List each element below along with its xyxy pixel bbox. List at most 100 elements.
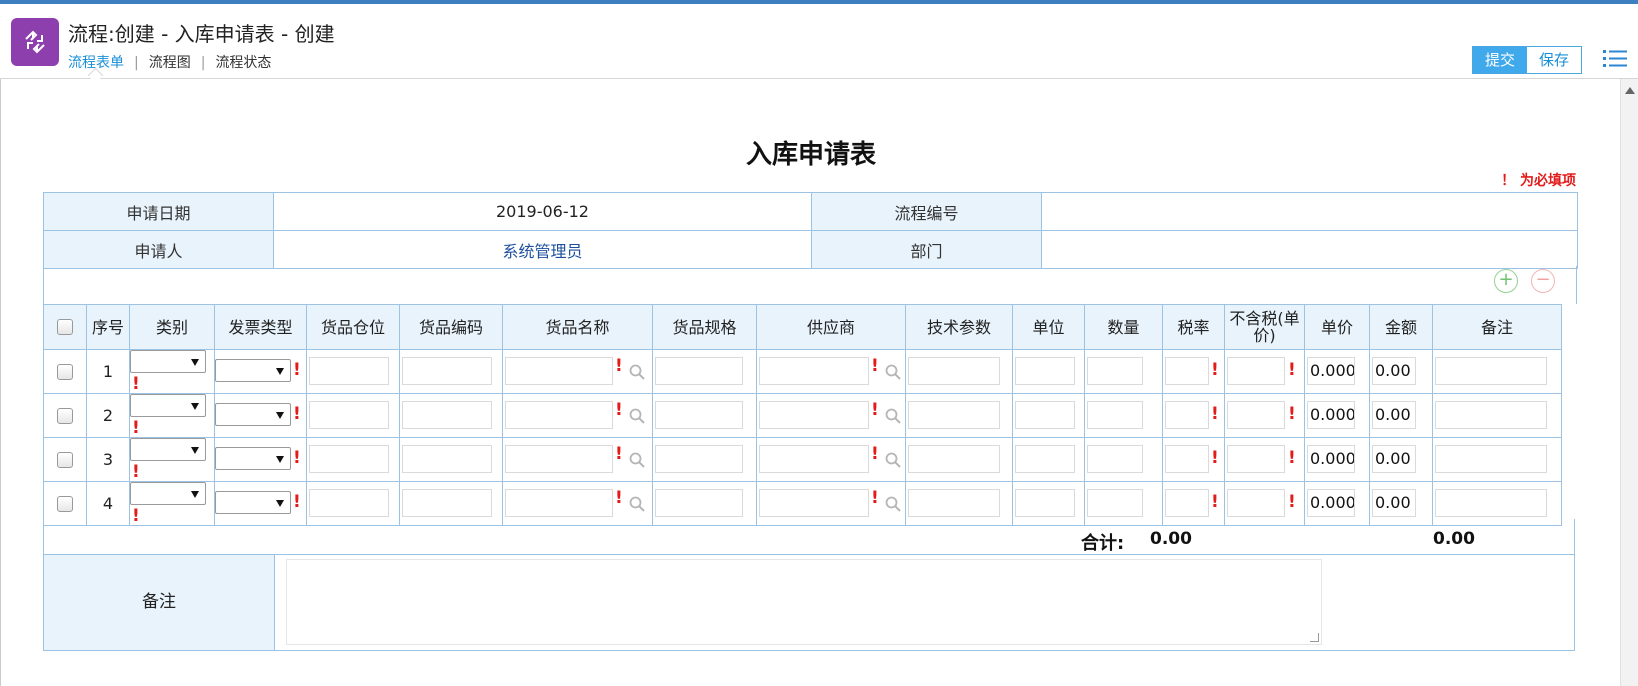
- tech-params-input[interactable]: [908, 445, 1000, 473]
- row-checkbox[interactable]: [57, 495, 73, 512]
- item-code-input[interactable]: [402, 401, 492, 429]
- applicant-value[interactable]: 系统管理员: [273, 230, 812, 269]
- supplier-input[interactable]: [759, 357, 869, 385]
- row-remark-input[interactable]: [1435, 445, 1547, 473]
- tab-flow-status[interactable]: 流程状态: [215, 55, 271, 71]
- tax-rate-input[interactable]: [1165, 445, 1209, 473]
- required-mark: !: [1288, 492, 1296, 512]
- col-invoice-type: 发票类型: [214, 304, 307, 350]
- unit-input[interactable]: [1015, 401, 1075, 429]
- unit-price-ex-tax-cell: !: [1224, 349, 1305, 394]
- unit-input[interactable]: [1015, 489, 1075, 517]
- tax-rate-input[interactable]: [1165, 357, 1209, 385]
- row-remark-input[interactable]: [1435, 489, 1547, 517]
- item-code-input[interactable]: [402, 357, 492, 385]
- unit-price-ex-tax-input[interactable]: [1227, 445, 1285, 473]
- supplier-input[interactable]: [759, 445, 869, 473]
- search-icon[interactable]: [885, 496, 901, 516]
- invoice-type-select[interactable]: [215, 447, 291, 470]
- search-icon[interactable]: [629, 408, 645, 428]
- unit-price-ex-tax-input[interactable]: [1227, 489, 1285, 517]
- item-spec-input[interactable]: [655, 401, 743, 429]
- search-icon[interactable]: [629, 496, 645, 516]
- item-name-input[interactable]: [505, 401, 613, 429]
- list-menu-icon[interactable]: [1603, 48, 1627, 70]
- warehouse-input[interactable]: [309, 489, 389, 517]
- search-icon[interactable]: [629, 364, 645, 384]
- tech-params-input[interactable]: [908, 401, 1000, 429]
- unit-price-input[interactable]: 0.0000: [1307, 357, 1355, 385]
- quantity-input[interactable]: [1087, 445, 1143, 473]
- apply-date-label: 申请日期: [43, 192, 274, 231]
- category-select[interactable]: [130, 350, 206, 373]
- basic-info-table: 申请日期 2019-06-12 流程编号 申请人 系统管理员 部门: [43, 192, 1578, 269]
- vertical-scrollbar[interactable]: [1620, 79, 1638, 686]
- select-all-checkbox[interactable]: [57, 319, 73, 335]
- add-row-button[interactable]: +: [1494, 269, 1518, 293]
- remark-textarea[interactable]: [286, 559, 1322, 645]
- warehouse-input[interactable]: [309, 401, 389, 429]
- quantity-input[interactable]: [1087, 489, 1143, 517]
- amount-input[interactable]: 0.00: [1372, 489, 1416, 517]
- warehouse-input[interactable]: [309, 357, 389, 385]
- save-button[interactable]: 保存: [1527, 47, 1582, 73]
- quantity-input[interactable]: [1087, 401, 1143, 429]
- col-remark: 备注: [1432, 304, 1562, 350]
- item-name-cell: !: [502, 349, 653, 394]
- item-spec-input[interactable]: [655, 357, 743, 385]
- submit-button[interactable]: 提交: [1473, 47, 1528, 73]
- amount-input[interactable]: 0.00: [1372, 401, 1416, 429]
- supplier-input[interactable]: [759, 489, 869, 517]
- warehouse-input[interactable]: [309, 445, 389, 473]
- category-select[interactable]: [130, 394, 206, 417]
- row-checkbox[interactable]: [57, 363, 73, 380]
- col-item-name: 货品名称: [502, 304, 653, 350]
- tax-rate-input[interactable]: [1165, 401, 1209, 429]
- item-spec-input[interactable]: [655, 445, 743, 473]
- unit-price-ex-tax-input[interactable]: [1227, 357, 1285, 385]
- tech-params-input[interactable]: [908, 489, 1000, 517]
- unit-price-input[interactable]: 0.0000: [1307, 489, 1355, 517]
- row-remark-input[interactable]: [1435, 357, 1547, 385]
- item-code-input[interactable]: [402, 445, 492, 473]
- item-name-input[interactable]: [505, 489, 613, 517]
- supplier-input[interactable]: [759, 401, 869, 429]
- row-checkbox[interactable]: [57, 451, 73, 468]
- item-name-input[interactable]: [505, 357, 613, 385]
- scroll-up-arrow-icon[interactable]: [1625, 87, 1635, 94]
- remove-row-button[interactable]: −: [1531, 269, 1555, 293]
- resize-handle-icon[interactable]: [1310, 633, 1319, 642]
- quantity-input[interactable]: [1087, 357, 1143, 385]
- unit-price-input[interactable]: 0.0000: [1307, 401, 1355, 429]
- invoice-type-select[interactable]: [215, 403, 291, 426]
- amount-input[interactable]: 0.00: [1372, 445, 1416, 473]
- row-checkbox[interactable]: [57, 407, 73, 424]
- tab-flow-chart[interactable]: 流程图: [149, 55, 191, 71]
- tax-rate-cell: !: [1162, 437, 1225, 482]
- search-icon[interactable]: [885, 408, 901, 428]
- item-code-input[interactable]: [402, 489, 492, 517]
- item-name-input[interactable]: [505, 445, 613, 473]
- flow-number-label: 流程编号: [811, 192, 1042, 231]
- search-icon[interactable]: [885, 364, 901, 384]
- required-mark: !: [132, 374, 140, 394]
- row-remark-input[interactable]: [1435, 401, 1547, 429]
- category-select[interactable]: [130, 482, 206, 505]
- amount-input[interactable]: 0.00: [1372, 357, 1416, 385]
- unit-price-input[interactable]: 0.0000: [1307, 445, 1355, 473]
- search-icon[interactable]: [629, 452, 645, 472]
- detail-header-row: 序号 类别 发票类型 货品仓位 货品编码 货品名称 货品规格 供应商 技术参数 …: [43, 304, 1562, 350]
- item-spec-input[interactable]: [655, 489, 743, 517]
- invoice-type-select[interactable]: [215, 491, 291, 514]
- supplier-cell: !: [756, 437, 906, 482]
- category-select[interactable]: [130, 438, 206, 461]
- tech-params-input[interactable]: [908, 357, 1000, 385]
- unit-price-ex-tax-input[interactable]: [1227, 401, 1285, 429]
- invoice-type-select[interactable]: [215, 359, 291, 382]
- unit-input[interactable]: [1015, 357, 1075, 385]
- select-all-header: [43, 304, 87, 350]
- tax-rate-input[interactable]: [1165, 489, 1209, 517]
- unit-input[interactable]: [1015, 445, 1075, 473]
- category-cell: !: [129, 393, 215, 438]
- search-icon[interactable]: [885, 452, 901, 472]
